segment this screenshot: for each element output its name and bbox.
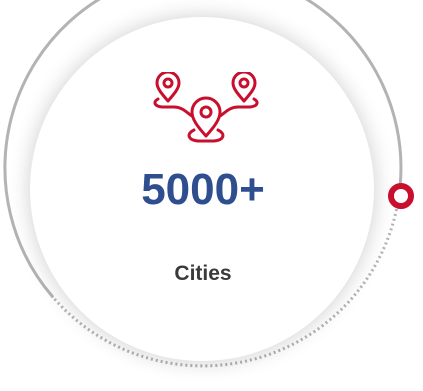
stat-value: 5000+ bbox=[141, 165, 265, 214]
stat-circle-widget: 5000+ Cities bbox=[0, 0, 423, 391]
stat-label: Cities bbox=[174, 262, 232, 285]
connector-dot bbox=[388, 183, 414, 209]
map-pins-icon bbox=[150, 72, 262, 150]
